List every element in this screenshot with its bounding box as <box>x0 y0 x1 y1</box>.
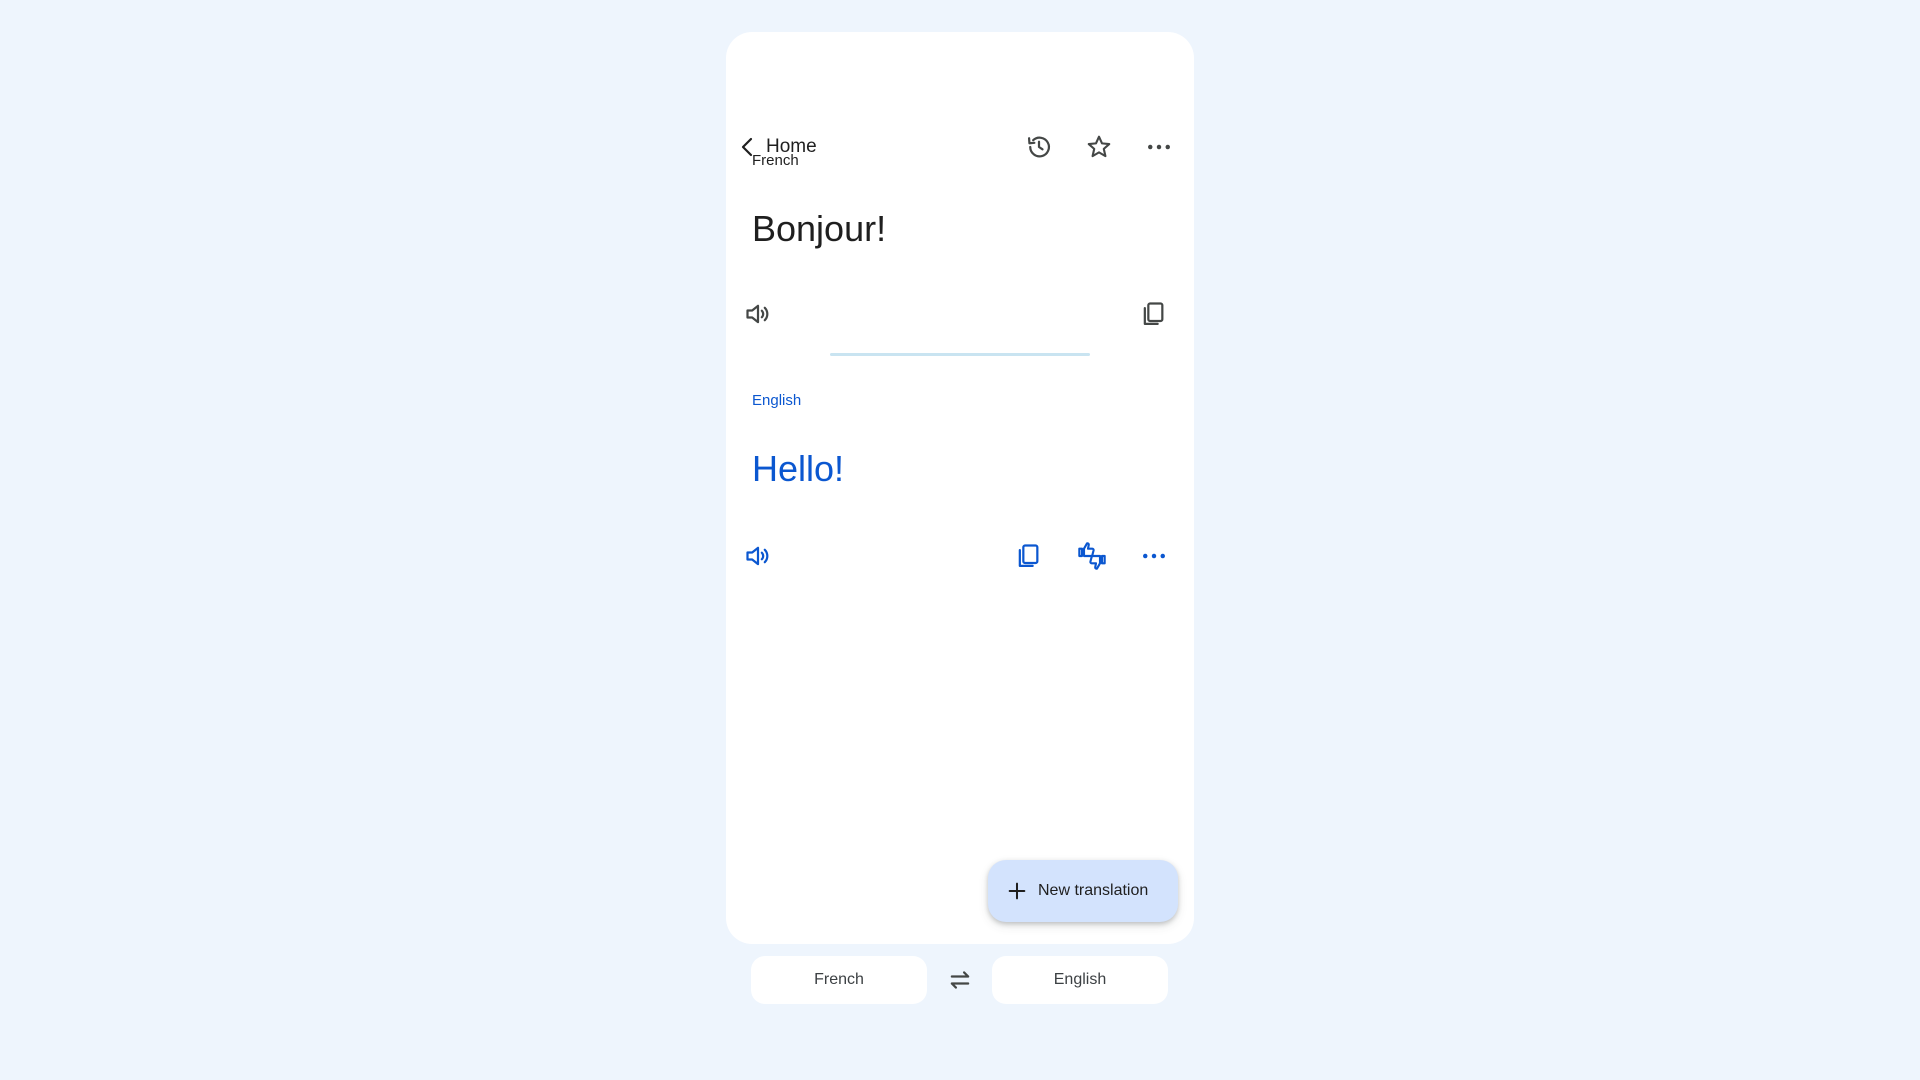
speaker-icon <box>746 546 769 566</box>
more-horizontal-icon <box>1143 553 1165 559</box>
history-icon <box>1027 136 1051 158</box>
source-listen-button[interactable] <box>736 292 780 336</box>
rate-translation-button[interactable] <box>1070 534 1114 578</box>
target-listen-button[interactable] <box>736 534 780 578</box>
copy-icon <box>1143 302 1164 326</box>
new-translation-label: New translation <box>1038 882 1149 899</box>
thumbs-up-down-icon <box>1078 542 1106 570</box>
translation-more-button[interactable] <box>1132 534 1176 578</box>
copy-icon <box>1018 544 1039 568</box>
section-divider <box>830 353 1090 356</box>
more-horizontal-icon <box>1148 144 1170 150</box>
translated-text[interactable]: Hello! <box>752 448 844 490</box>
history-button[interactable] <box>1017 125 1061 169</box>
star-icon <box>1087 135 1111 158</box>
target-language-label: English <box>752 392 802 409</box>
source-text[interactable]: Bonjour! <box>752 208 886 250</box>
source-language-selector[interactable]: French <box>751 956 927 1004</box>
swap-languages-button[interactable] <box>938 956 982 1004</box>
source-language-label: French <box>752 152 799 169</box>
target-copy-button[interactable] <box>1006 534 1050 578</box>
new-translation-button[interactable]: New translation <box>988 860 1178 922</box>
speaker-icon <box>746 304 769 324</box>
save-button[interactable] <box>1077 125 1121 169</box>
translation-panel: Home French Bonjour! English Hello! New … <box>726 32 1194 944</box>
target-language-selector[interactable]: English <box>992 956 1168 1004</box>
source-copy-button[interactable] <box>1131 292 1175 336</box>
plus-icon <box>1006 880 1028 902</box>
swap-arrows-icon <box>950 971 970 989</box>
more-options-button[interactable] <box>1137 125 1181 169</box>
